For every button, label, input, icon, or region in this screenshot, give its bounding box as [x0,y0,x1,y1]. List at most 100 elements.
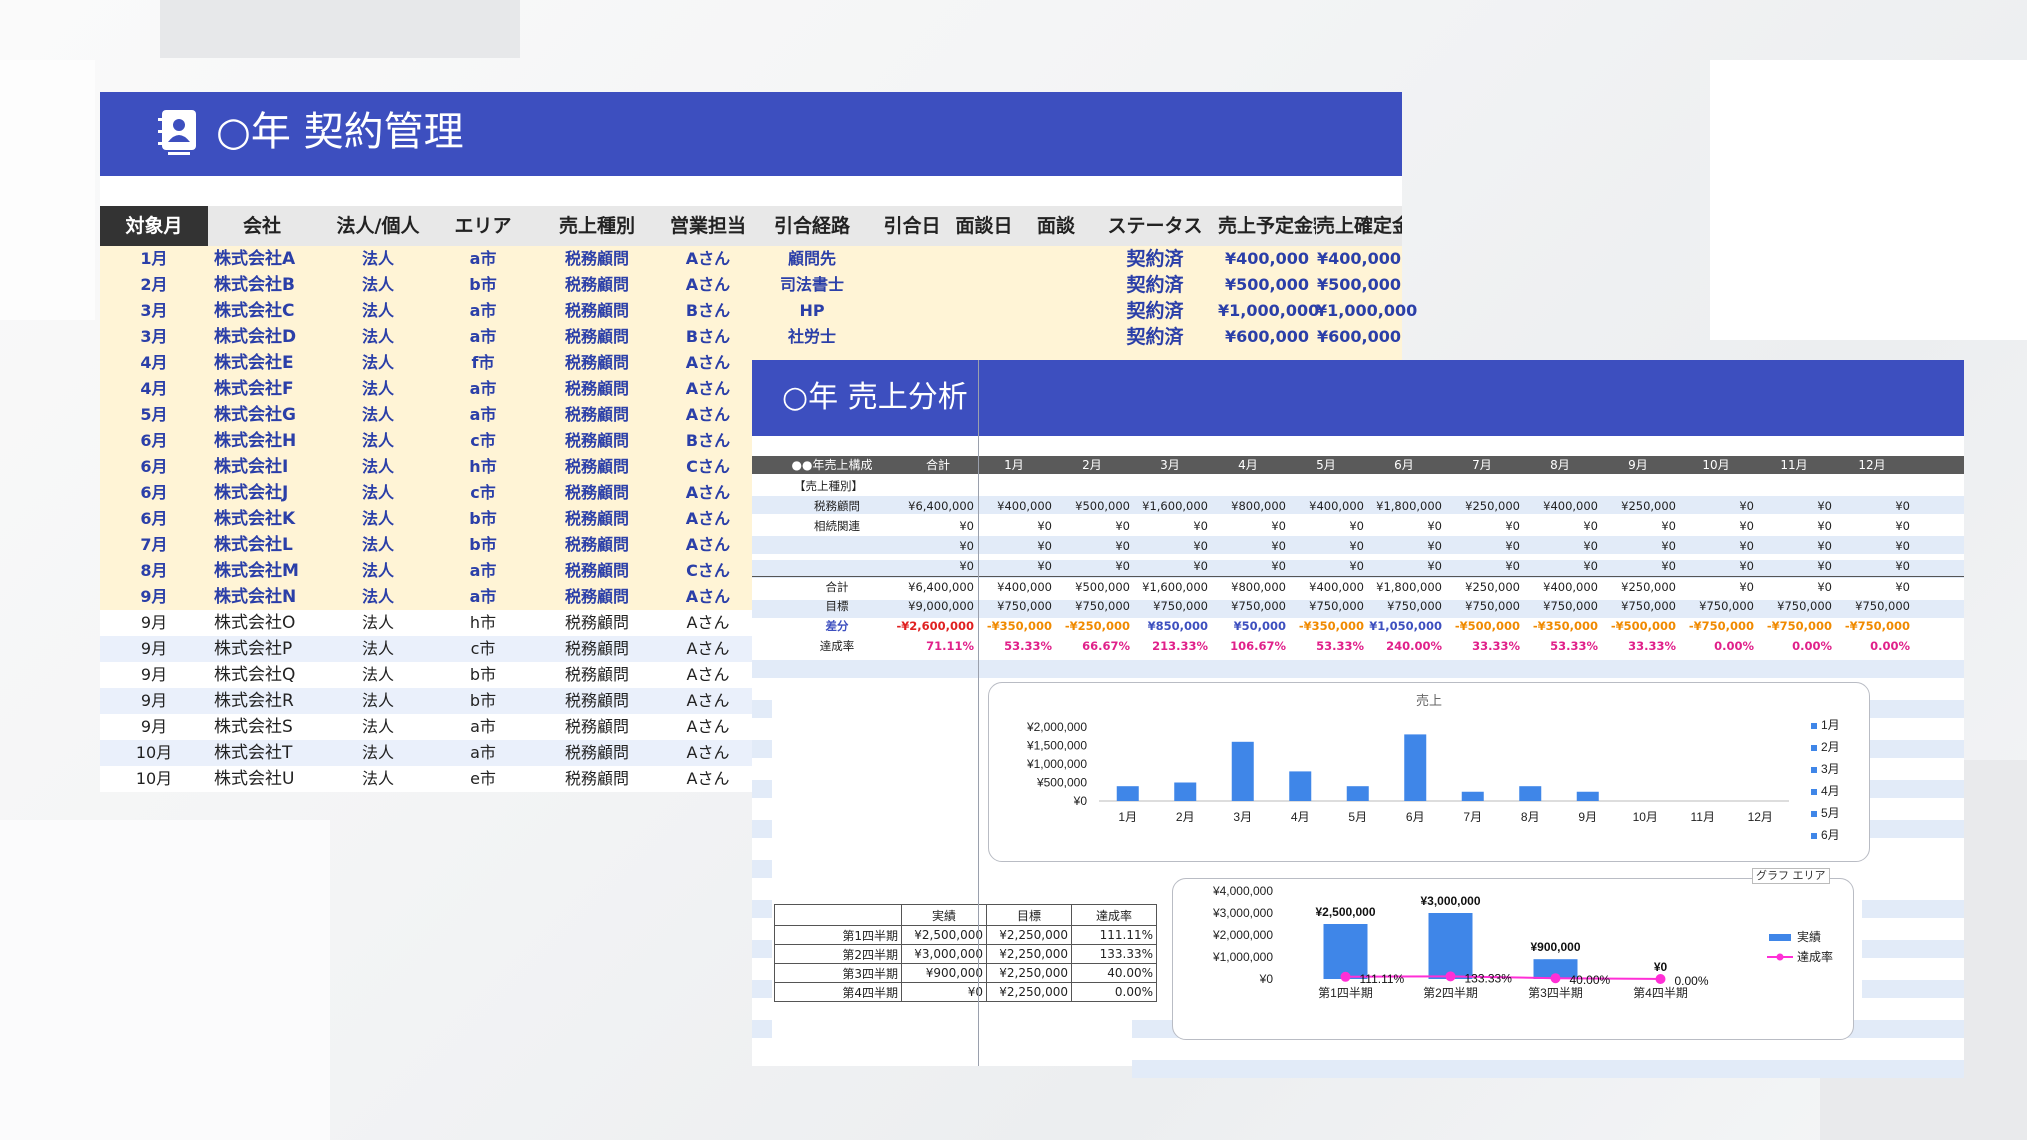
value-cell[interactable]: ¥50,000 [1196,616,1286,636]
column-header[interactable]: 12月 [1822,456,1922,474]
table-row[interactable]: 税務顧問 ¥6,400,000 ¥400,000 ¥500,000 ¥1,600,000… [752,496,1964,516]
cell-kind[interactable]: 税務顧問 [526,324,668,350]
value-cell[interactable]: 0.00% [1742,636,1832,656]
cell-rep[interactable]: Aさん [668,714,748,740]
cell-status[interactable]: 契約済 [1092,298,1218,324]
value-cell[interactable]: ¥0 [1430,516,1520,536]
cell-month[interactable]: 3月 [100,298,208,324]
quarter-row[interactable]: 第3四半期 ¥900,000 ¥2,250,000 40.00% [774,963,1157,983]
cell-company[interactable]: 株式会社U [214,766,316,792]
cell-rep[interactable]: Aさん [668,350,748,376]
value-cell[interactable]: ¥0 [1664,577,1754,597]
cell-rep[interactable]: Aさん [668,610,748,636]
value-cell[interactable]: ¥0 [1040,556,1130,576]
cell-company[interactable]: 株式会社B [214,272,316,298]
cell-month[interactable]: 6月 [100,454,208,480]
column-header[interactable]: 売上種別 [526,206,668,246]
value-cell[interactable]: ¥0 [1586,516,1676,536]
value-cell[interactable]: ¥0 [1508,516,1598,536]
cell-type[interactable]: 法人 [316,298,440,324]
value-cell[interactable]: -¥250,000 [1040,616,1130,636]
value-cell[interactable]: ¥500,000 [1040,496,1130,516]
value-cell[interactable]: ¥0 [1820,496,1910,516]
value-cell[interactable]: ¥800,000 [1196,577,1286,597]
quarter-value[interactable]: 0.00% [1071,982,1157,1002]
quarter-value[interactable]: ¥900,000 [901,963,987,983]
cell-company[interactable]: 株式会社D [214,324,316,350]
quarter-value[interactable]: ¥0 [901,982,987,1002]
cell-planned[interactable]: ¥1,000,000 [1218,298,1319,324]
value-cell[interactable]: 71.11% [884,636,974,656]
cell-area[interactable]: a市 [440,714,526,740]
column-header[interactable]: 対象月 [100,206,208,246]
cell-kind[interactable]: 税務顧問 [526,740,668,766]
value-cell[interactable]: ¥1,050,000 [1352,616,1442,636]
cell-area[interactable]: b市 [440,662,526,688]
cell-rep[interactable]: Aさん [668,402,748,428]
cell-area[interactable]: a市 [440,402,526,428]
column-header[interactable]: 法人/個人 [316,206,440,246]
value-cell[interactable]: ¥250,000 [1430,577,1520,597]
cell-type[interactable]: 法人 [316,324,440,350]
column-header[interactable]: 引合経路 [748,206,876,246]
cell-month[interactable]: 4月 [100,376,208,402]
column-header[interactable]: エリア [440,206,526,246]
value-cell[interactable]: -¥2,600,000 [884,616,974,636]
cell-rep[interactable]: Aさん [668,532,748,558]
value-cell[interactable]: ¥6,400,000 [884,496,974,516]
value-cell[interactable]: ¥1,800,000 [1352,577,1442,597]
value-cell[interactable]: ¥400,000 [1508,577,1598,597]
cell-month[interactable]: 2月 [100,272,208,298]
value-cell[interactable]: ¥750,000 [1430,596,1520,616]
cell-rep[interactable]: Aさん [668,584,748,610]
value-cell[interactable]: ¥0 [1430,556,1520,576]
cell-area[interactable]: f市 [440,350,526,376]
cell-month[interactable]: 10月 [100,740,208,766]
value-cell[interactable]: ¥0 [1820,577,1910,597]
value-cell[interactable]: ¥0 [1040,536,1130,556]
value-cell[interactable]: ¥0 [1664,496,1754,516]
value-cell[interactable]: 53.33% [1508,636,1598,656]
value-cell[interactable]: ¥750,000 [1820,596,1910,616]
value-cell[interactable]: 33.33% [1430,636,1520,656]
value-cell[interactable]: ¥0 [1118,556,1208,576]
cell-area[interactable]: e市 [440,766,526,792]
cell-planned[interactable]: ¥400,000 [1218,246,1316,272]
cell-month[interactable]: 9月 [100,714,208,740]
value-cell[interactable]: ¥0 [1118,516,1208,536]
cell-area[interactable]: h市 [440,454,526,480]
value-cell[interactable]: ¥750,000 [1586,596,1676,616]
cell-area[interactable]: b市 [440,272,526,298]
cell-kind[interactable]: 税務顧問 [526,714,668,740]
table-row[interactable]: 達成率 71.11% 53.33% 66.67% 213.33% 106.67% 53.33… [752,636,1964,656]
cell-type[interactable]: 法人 [316,558,440,584]
cell-rep[interactable]: Cさん [668,454,748,480]
cell-rep[interactable]: Aさん [668,662,748,688]
cell-type[interactable]: 法人 [316,246,440,272]
cell-type[interactable]: 法人 [316,428,440,454]
cell-company[interactable]: 株式会社L [214,532,316,558]
quarter-value[interactable]: ¥3,000,000 [901,944,987,964]
cell-company[interactable]: 株式会社G [214,402,316,428]
monthly-sales-chart[interactable]: 売上 ¥2,000,000 ¥1,500,000 ¥1,000,000 ¥500,000… [988,682,1870,862]
value-cell[interactable]: 0.00% [1664,636,1754,656]
quarter-chart[interactable]: ¥4,000,000 ¥3,000,000 ¥2,000,000 ¥1,000,000… [1172,878,1854,1040]
column-header[interactable]: 引合日 [876,206,948,246]
cell-kind[interactable]: 税務顧問 [526,766,668,792]
value-cell[interactable]: ¥0 [1508,536,1598,556]
table-row[interactable]: 差分 -¥2,600,000 -¥350,000 -¥250,000 ¥850,000 ¥… [752,616,1964,636]
table-row[interactable]: 1月 株式会社A 法人 a市 税務顧問 Aさん 顧問先 契約済 ¥400,000 ¥400,000 [100,246,1402,272]
value-cell[interactable]: ¥500,000 [1040,577,1130,597]
value-cell[interactable]: ¥0 [884,536,974,556]
value-cell[interactable]: ¥400,000 [1508,496,1598,516]
value-cell[interactable]: ¥400,000 [962,496,1052,516]
cell-company[interactable]: 株式会社O [214,610,316,636]
cell-rep[interactable]: Cさん [668,558,748,584]
cell-month[interactable]: 5月 [100,402,208,428]
value-cell[interactable]: ¥0 [1742,496,1832,516]
value-cell[interactable]: ¥0 [1040,516,1130,536]
quarter-row[interactable]: 第2四半期 ¥3,000,000 ¥2,250,000 133.33% [774,944,1157,964]
cell-area[interactable]: a市 [440,324,526,350]
cell-type[interactable]: 法人 [316,350,440,376]
value-cell[interactable]: ¥0 [1196,556,1286,576]
